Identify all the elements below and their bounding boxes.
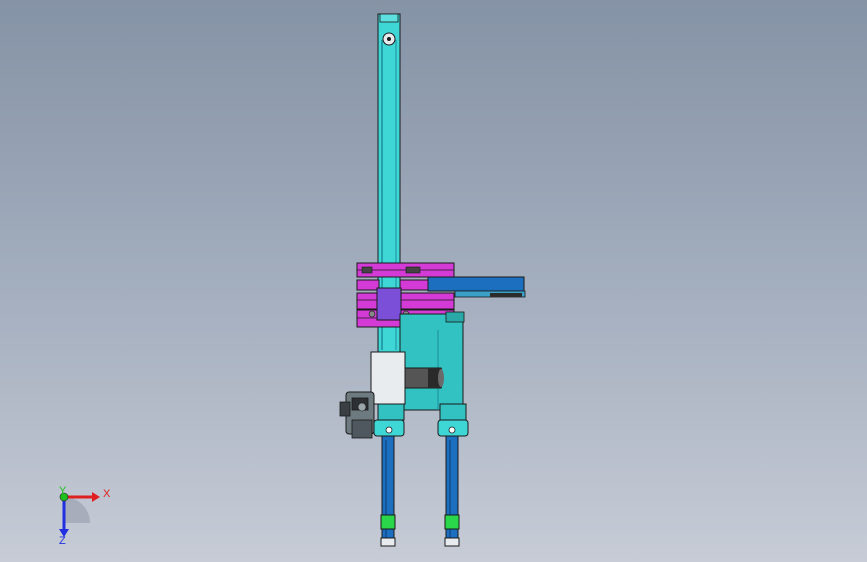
left-vertical-slide[interactable] (373, 403, 405, 547)
y-axis-label: Y (59, 485, 67, 497)
coordinate-triad-icon[interactable]: X Y Z (59, 485, 111, 547)
right-vertical-slide[interactable] (437, 403, 469, 547)
teal-body[interactable] (399, 311, 465, 411)
robot-arm-model[interactable]: X Y Z (0, 0, 867, 562)
z-axis-label: Z (59, 535, 66, 547)
x-axis-label: X (103, 488, 111, 500)
cad-viewport[interactable]: X Y Z (0, 0, 867, 562)
servo-motor-assembly[interactable] (339, 391, 375, 439)
